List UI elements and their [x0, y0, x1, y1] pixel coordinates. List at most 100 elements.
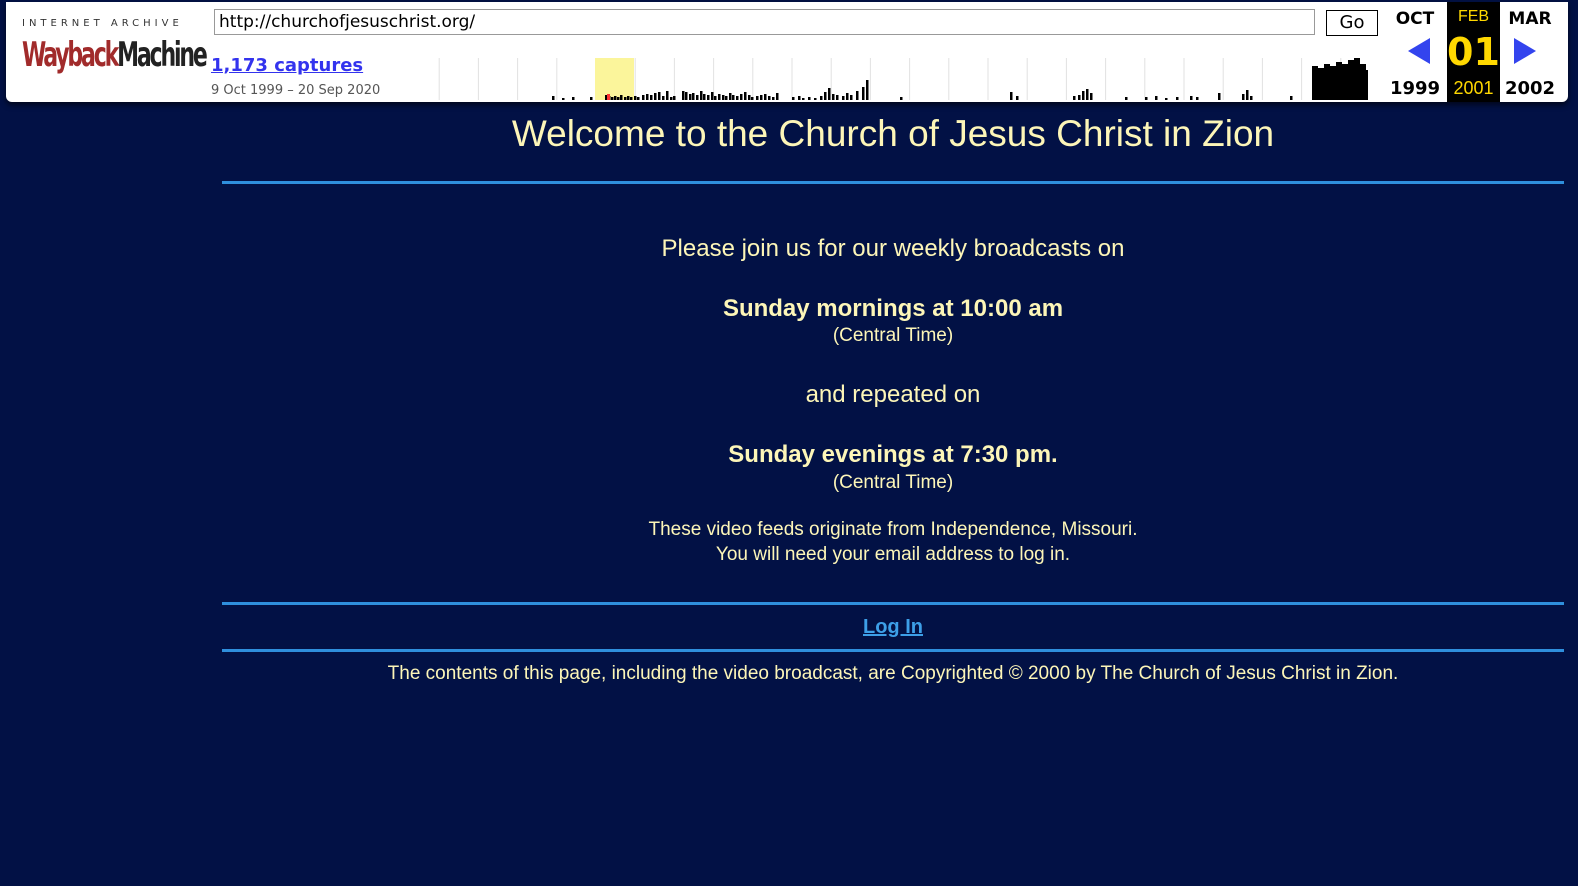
sparkline-bar [617, 97, 620, 100]
title-divider [222, 181, 1564, 184]
next-month-label: MAR [1508, 9, 1552, 29]
sparkline-bar [808, 97, 811, 100]
sparkline-bar [654, 93, 657, 100]
sparkline-bar [572, 97, 575, 100]
sparkline-bar [692, 93, 695, 100]
sparkline-bar [1348, 60, 1354, 100]
sparkline-bar [828, 88, 831, 100]
repeated-text: and repeated on [805, 381, 981, 408]
sparkline-bar [1318, 68, 1324, 100]
sparkline-bar [862, 87, 865, 100]
sparkline-bar [666, 91, 669, 100]
sparkline-bar [1324, 64, 1330, 100]
sparkline-bar [760, 95, 763, 100]
sparkline-bar [711, 92, 714, 100]
sparkline-bar [650, 95, 653, 100]
sparkline-bar [685, 92, 688, 100]
sparkline-current-year-highlight [595, 58, 634, 100]
sparkline-bar [718, 94, 721, 100]
sparkline-bar [832, 94, 835, 100]
sparkline-bar [1330, 66, 1336, 100]
sparkline-bar [744, 92, 747, 100]
sparkline-bar [1246, 90, 1249, 100]
capture-date-range: 9 Oct 1999 – 20 Sep 2020 [211, 83, 381, 98]
sparkline-bar [646, 94, 649, 100]
sparkline-bar [662, 96, 665, 100]
evening-timezone: (Central Time) [832, 472, 954, 493]
sparkline-bar [700, 91, 703, 100]
sparkline-current-capture-marker [607, 94, 610, 100]
sparkline-bar [842, 96, 845, 100]
sparkline-bar [866, 80, 869, 100]
sparkline-bar [768, 96, 771, 100]
sparkline-bar [614, 96, 617, 100]
sparkline-bar [756, 96, 759, 100]
sparkline-bar [824, 92, 827, 100]
sparkline-bar [634, 96, 637, 100]
copyright-notice: The contents of this page, including the… [387, 663, 1399, 684]
sparkline-bar [637, 97, 640, 100]
logo-wayback-text: Wayback [22, 35, 119, 75]
sparkline-bar [1364, 70, 1368, 100]
feed-origin-text: These video feeds originate from Indepen… [648, 519, 1138, 540]
login-bottom-divider [222, 649, 1564, 652]
sparkline-bar [751, 97, 754, 100]
sparkline-bar [562, 98, 565, 100]
sparkline-bar [627, 96, 630, 100]
sparkline-bar [642, 95, 645, 100]
sparkline-bar [590, 97, 593, 100]
sparkline-bar [732, 95, 735, 100]
sparkline-bar [1242, 94, 1245, 100]
sparkline-bar [658, 92, 661, 100]
sparkline-bar [611, 97, 614, 100]
sparkline-bar [1073, 96, 1076, 100]
evening-schedule: Sunday evenings at 7:30 pm. [728, 441, 1058, 468]
sparkline-bar [725, 96, 728, 100]
sparkline-bar [1290, 96, 1293, 100]
sparkline-bar [1155, 96, 1158, 100]
sparkline-bar [1218, 93, 1221, 100]
sparkline-bar [673, 96, 676, 100]
sparkline-bar [836, 95, 839, 100]
sparkline-bar [820, 96, 823, 100]
sparkline-bar [1016, 96, 1019, 100]
login-top-divider [222, 602, 1564, 605]
prev-year-label: 1999 [1389, 78, 1441, 99]
sparkline-bar [736, 96, 739, 100]
sparkline-bar [814, 98, 817, 100]
sparkline-bar [1082, 91, 1085, 100]
captures-link[interactable]: 1,173 captures [211, 55, 363, 76]
login-link[interactable]: Log In [222, 616, 1564, 639]
sparkline-bar [729, 93, 732, 100]
url-input[interactable]: http://churchofjesuschrist.org/ [214, 9, 1315, 35]
sparkline-bar [798, 96, 801, 100]
sparkline-bar [850, 95, 853, 100]
sparkline-bar [696, 95, 699, 100]
current-day-label: 01 [1447, 30, 1500, 74]
sparkline-bar [682, 91, 685, 100]
sparkline-bar [1078, 95, 1081, 100]
sparkline-bar [552, 96, 555, 100]
sparkline-bar [1090, 93, 1093, 100]
morning-timezone: (Central Time) [832, 325, 954, 346]
sparkline-bar [740, 94, 743, 100]
sparkline-bar [670, 97, 673, 100]
sparkline-bar [620, 95, 623, 100]
go-button[interactable]: Go [1326, 10, 1378, 36]
sparkline-bar [764, 94, 767, 100]
capture-sparkline[interactable] [400, 58, 1368, 100]
sparkline-bar [772, 97, 775, 100]
sparkline-bar [1342, 64, 1348, 100]
sparkline-bar [624, 97, 627, 100]
sparkline-bar [900, 97, 903, 100]
sparkline-year-dividers [438, 58, 1342, 100]
sparkline-bar [1196, 97, 1199, 100]
next-capture-column[interactable]: MAR 2002 [1503, 2, 1557, 102]
prev-capture-arrow-icon[interactable] [1406, 36, 1434, 66]
wayback-machine-logo[interactable]: WaybackMachine [22, 32, 208, 78]
sparkline-bar [846, 93, 849, 100]
broadcast-intro: Please join us for our weekly broadcasts… [661, 235, 1125, 262]
sparkline-bar [1010, 92, 1013, 100]
current-month-label: FEB [1457, 8, 1490, 25]
sparkline-bar [1165, 98, 1168, 100]
